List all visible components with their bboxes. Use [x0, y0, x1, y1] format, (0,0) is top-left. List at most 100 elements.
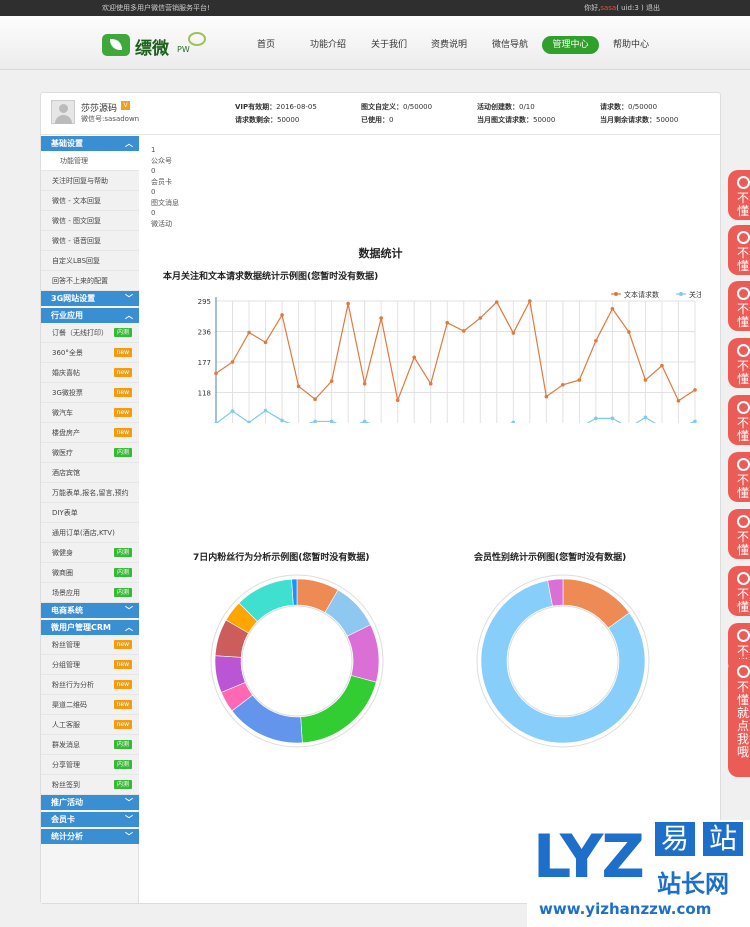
sidebar-item-share[interactable]: 分享管理 内测: [41, 755, 139, 775]
question-icon: [736, 176, 750, 189]
chevron-up-icon: ︿: [125, 311, 133, 320]
help-side-tab[interactable]: 不懂: [728, 281, 750, 331]
data-point: [594, 339, 598, 343]
sidebar-item-checkin[interactable]: 粉丝签到 内测: [41, 775, 139, 795]
sidebar-item-text-reply[interactable]: 微信 - 文本回复: [41, 191, 139, 211]
sidebar-item-diy-form[interactable]: DIY表单: [41, 503, 139, 523]
member-gender-donut-chart: [476, 574, 650, 748]
new-badge: new: [113, 680, 132, 689]
data-point: [511, 420, 516, 423]
site-logo[interactable]: 缥微 PW: [102, 32, 207, 60]
sidebar-section-basic[interactable]: 基础设置 ︿: [41, 136, 139, 151]
sidebar-item-wedding[interactable]: 婚庆喜帖 new: [41, 363, 139, 383]
stat-activities: 活动创建数：0/10: [477, 103, 535, 111]
question-icon: [736, 231, 750, 244]
watermark-logo: LYZ 易 站 站长网 www.yizhanzzw.com: [527, 820, 750, 927]
nav-help[interactable]: 帮助中心: [609, 36, 653, 54]
sidebar-section-promotion[interactable]: 推广活动 ﹀: [41, 795, 139, 810]
help-side-tab-label: 不懂: [736, 302, 749, 329]
question-icon: [736, 458, 750, 471]
sidebar-item-car[interactable]: 微汽车 new: [41, 403, 139, 423]
help-side-tab[interactable]: 不懂: [728, 338, 750, 388]
data-point: [329, 379, 334, 383]
data-point: [329, 419, 334, 423]
y-tick-label: 295: [198, 298, 211, 306]
sidebar-item-broadcast[interactable]: 群发消息 内测: [41, 735, 139, 755]
sidebar-section-member-card[interactable]: 会员卡 ﹀: [41, 812, 139, 827]
nav-wechat-guide[interactable]: 微信导航: [488, 36, 532, 54]
summary-label: 图文消息: [151, 198, 179, 207]
sidebar-item-forms[interactable]: 万能表单,报名,留言,预约: [41, 483, 139, 503]
data-point: [445, 320, 450, 325]
data-point: [676, 398, 681, 403]
help-side-tab-label: 不懂: [736, 473, 749, 500]
sidebar-item-scene[interactable]: 场景应用 内测: [41, 583, 139, 603]
verified-badge: V: [121, 101, 130, 110]
avatar[interactable]: [51, 100, 75, 124]
user-link[interactable]: sasa: [600, 4, 616, 12]
sidebar-item-order-print[interactable]: 订餐（无线打印） 内测: [41, 323, 139, 343]
sidebar-item-qrcode[interactable]: 渠道二维码 new: [41, 695, 139, 715]
help-side-tab[interactable]: 不懂: [728, 225, 750, 275]
sidebar-item-fan-analysis[interactable]: 粉丝行为分析 new: [41, 675, 139, 695]
summary-label: 微活动: [151, 219, 172, 228]
sidebar-item-panorama[interactable]: 360°全景 new: [41, 343, 139, 363]
question-icon: [736, 515, 750, 528]
sidebar-item-vote[interactable]: 3G微投票 new: [41, 383, 139, 403]
question-icon: [736, 287, 750, 300]
sidebar-section-industry[interactable]: 行业应用 ︿: [41, 308, 139, 323]
sidebar-section-3g-site[interactable]: 3G网站设置 ﹀: [41, 291, 139, 306]
help-side-tab[interactable]: 不懂: [728, 170, 750, 220]
nav-features[interactable]: 功能介绍: [304, 36, 352, 54]
new-badge: new: [113, 700, 132, 709]
summary-label: 会员卡: [151, 177, 172, 186]
sidebar-item-fitness[interactable]: 微健身 内测: [41, 543, 139, 563]
data-point: [693, 388, 697, 392]
sidebar-item-fans[interactable]: 粉丝管理 new: [41, 635, 139, 655]
nav-admin-center[interactable]: 管理中心: [542, 36, 599, 54]
beta-badge: 内测: [113, 448, 132, 457]
logout-link[interactable]: 退出: [646, 4, 660, 12]
beta-badge: 内测: [113, 568, 132, 577]
sidebar-item-general-order[interactable]: 通用订单(酒店,KTV): [41, 523, 139, 543]
stat-vip-expiry: VIP有效期：2016-08-05: [235, 103, 317, 111]
data-point: [693, 419, 697, 423]
sidebar-item-hotel[interactable]: 酒店宾馆: [41, 463, 139, 483]
pie-chart-1-title: 7日内粉丝行为分析示例图(您暂时没有数据): [193, 553, 370, 563]
donut-hole: [507, 605, 619, 717]
sidebar-item-medical[interactable]: 微医疗 内测: [41, 443, 139, 463]
beta-badge: 内测: [113, 780, 132, 789]
help-side-tab[interactable]: 不懂就点我哦: [728, 659, 750, 777]
sidebar-item-fallback[interactable]: 回答不上来的配置: [41, 271, 139, 291]
help-side-tab[interactable]: 不懂: [728, 395, 750, 445]
summary-label: 公众号: [151, 156, 172, 165]
help-side-tab[interactable]: 不懂: [728, 509, 750, 559]
help-side-tab[interactable]: 不懂: [728, 452, 750, 502]
legend-marker: [614, 292, 618, 296]
sidebar-section-ecommerce[interactable]: 电商系统 ﹀: [41, 603, 139, 618]
data-point: [412, 355, 417, 360]
sidebar-section-crm[interactable]: 微用户管理CRM ︿: [41, 620, 139, 635]
beta-badge: 内测: [113, 548, 132, 557]
sidebar-item-follow-reply[interactable]: 关注时回复与帮助: [41, 171, 139, 191]
nav-about[interactable]: 关于我们: [367, 36, 411, 54]
nav-home[interactable]: 首页: [250, 36, 282, 54]
help-side-tab[interactable]: 不懂: [728, 566, 750, 616]
summary-count: 1: [151, 146, 156, 154]
sidebar-item-business-circle[interactable]: 微商圈 内测: [41, 563, 139, 583]
help-side-tab-label: 不懂: [736, 246, 749, 273]
sidebar-item-function-manage[interactable]: 功能管理: [41, 151, 139, 171]
data-point: [230, 360, 235, 364]
sidebar-item-customer-service[interactable]: 人工客服 new: [41, 715, 139, 735]
sidebar-section-statistics[interactable]: 统计分析 ﹀: [41, 829, 139, 844]
new-badge: new: [113, 640, 132, 649]
sidebar-item-news-reply[interactable]: 微信 - 图文回复: [41, 211, 139, 231]
data-point: [395, 398, 400, 403]
data-point: [313, 397, 317, 402]
sidebar-item-realestate[interactable]: 楼盘房产 new: [41, 423, 139, 443]
nav-pricing[interactable]: 资费说明: [427, 36, 471, 54]
logo-suffix: PW: [177, 45, 190, 54]
section-title: 数据统计: [358, 247, 403, 260]
data-point: [280, 418, 284, 423]
sidebar-item-groups[interactable]: 分组管理 new: [41, 655, 139, 675]
